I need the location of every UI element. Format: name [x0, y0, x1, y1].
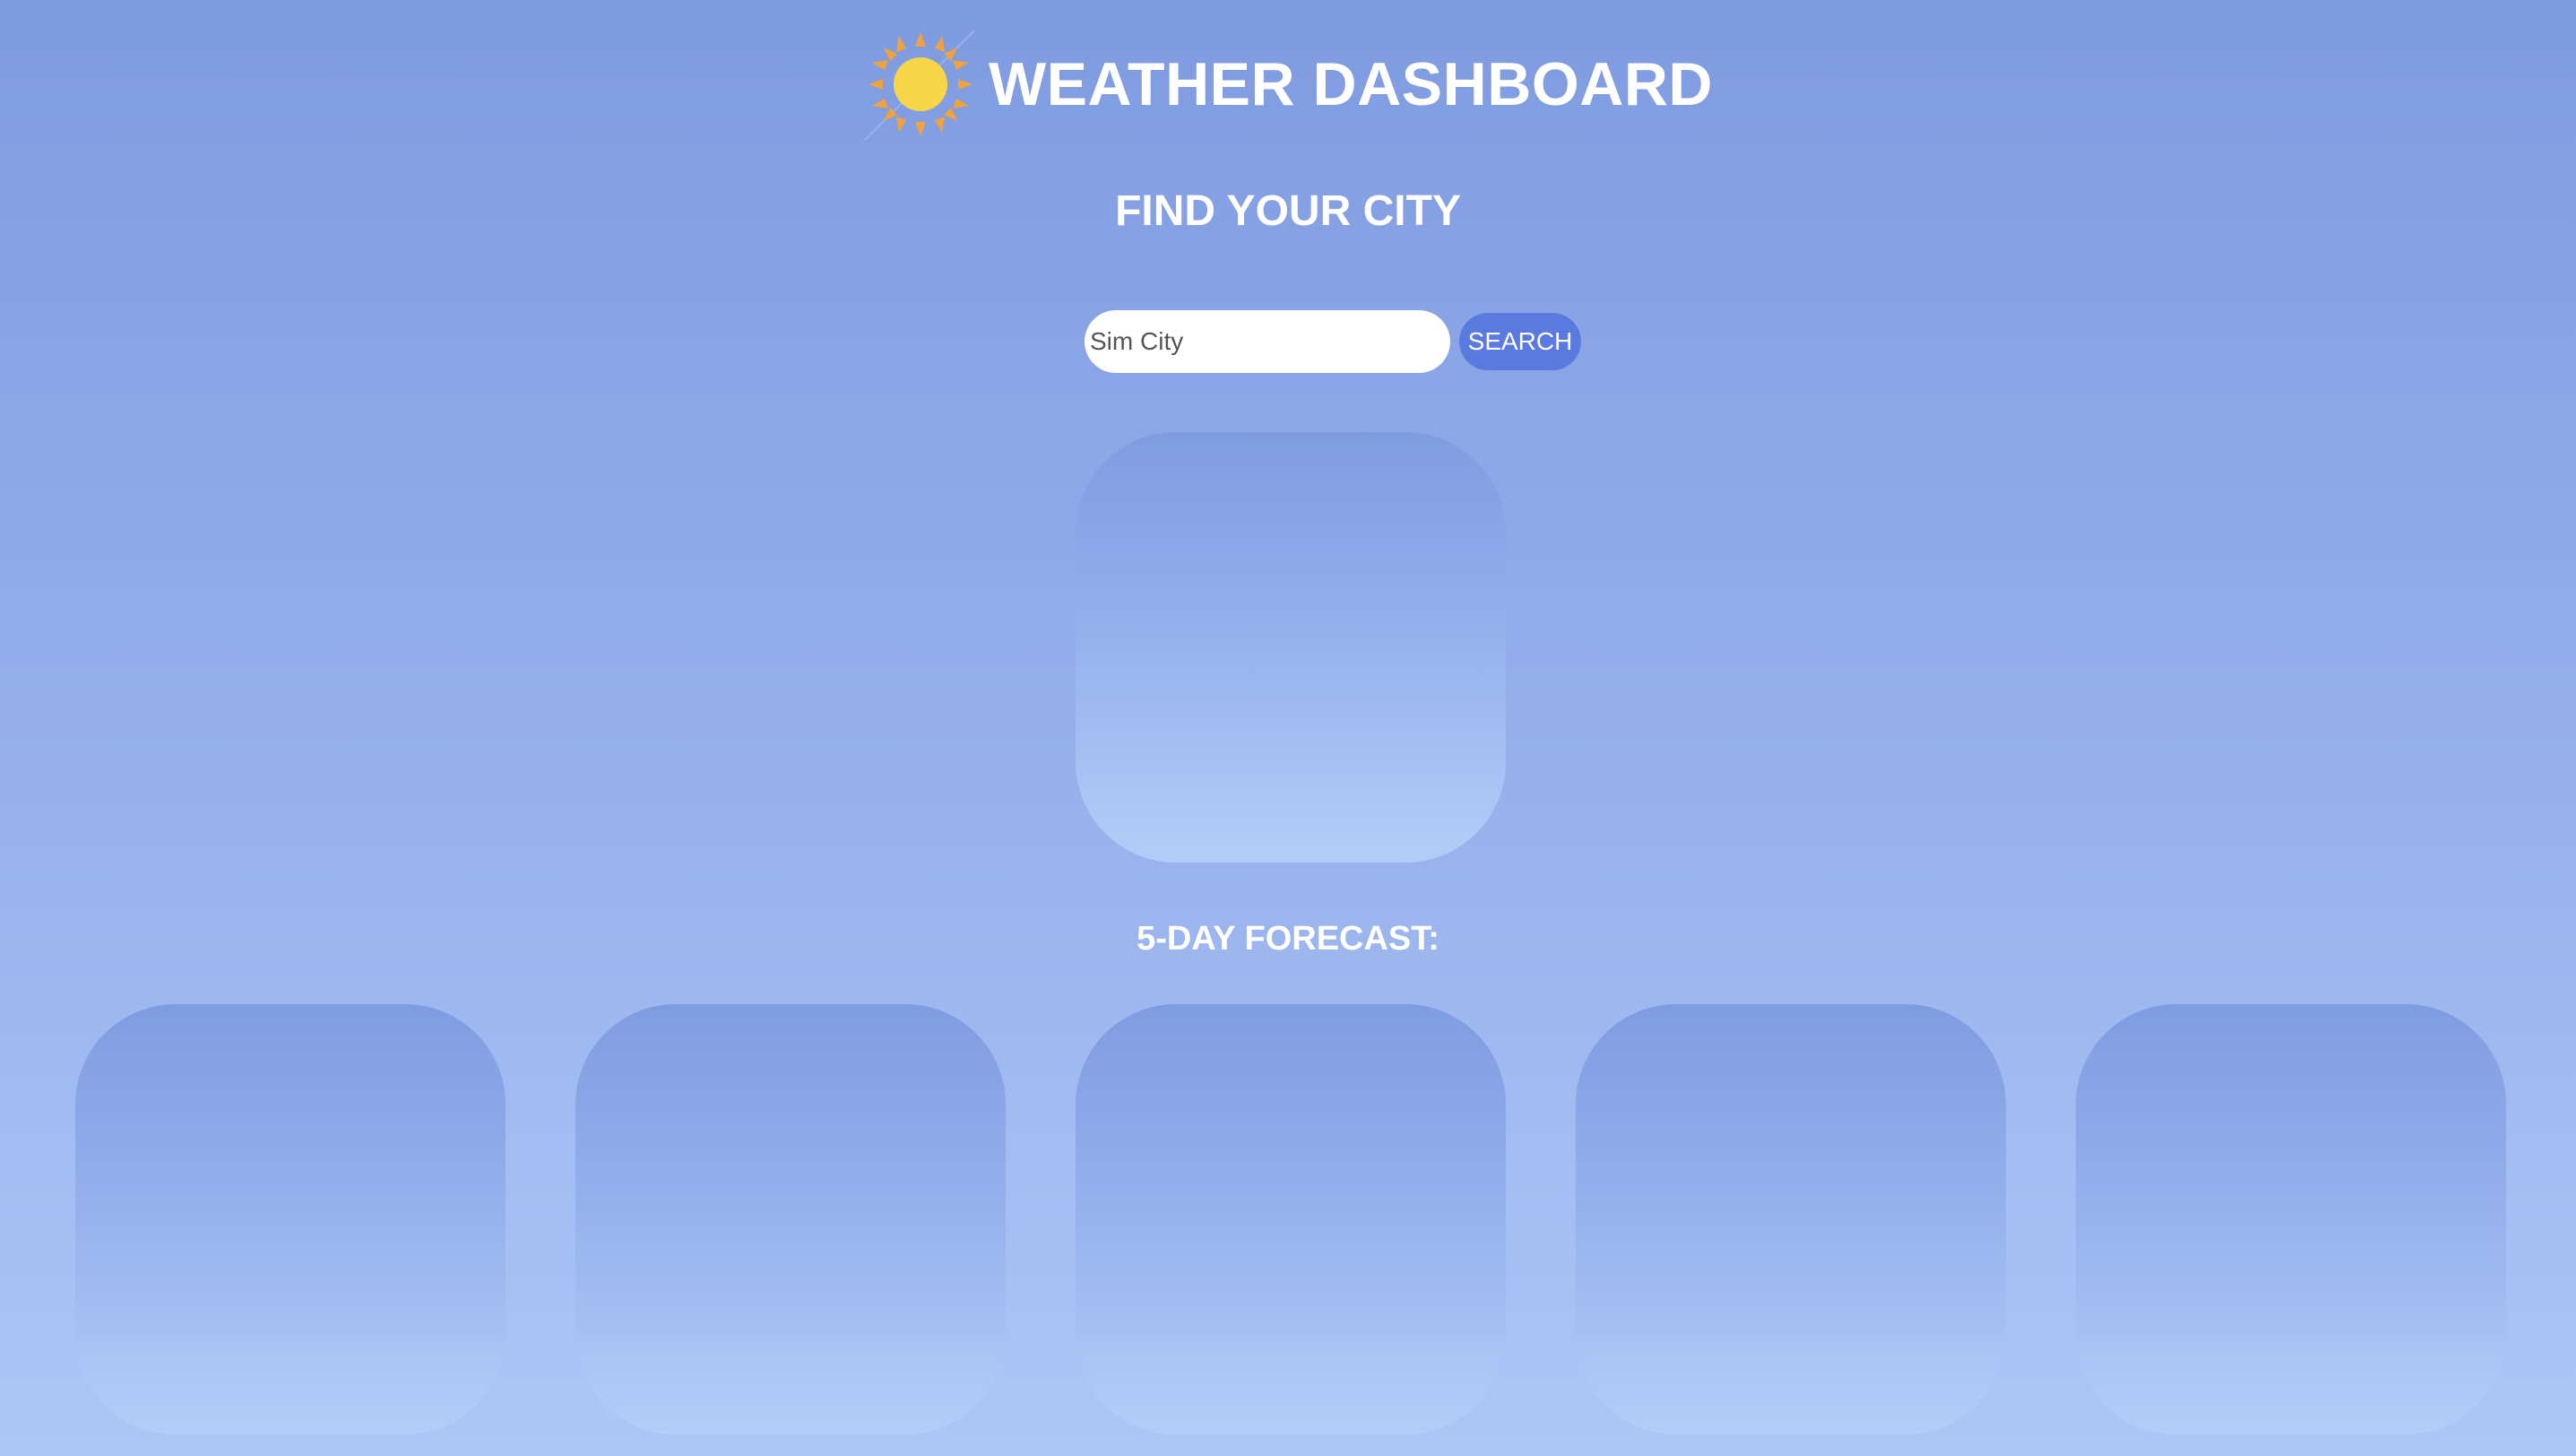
find-city-heading: FIND YOUR CITY	[1115, 187, 1461, 235]
forecast-day-card	[1576, 1004, 2006, 1434]
forecast-day-card	[1076, 1004, 1506, 1434]
forecast-day-card	[575, 1004, 1006, 1434]
forecast-cards	[0, 1004, 2576, 1434]
app-header: WEATHER DASHBOARD	[0, 22, 2576, 147]
forecast-heading: 5-DAY FORECAST:	[1137, 920, 1439, 958]
city-search-input[interactable]	[1085, 310, 1450, 373]
current-weather-card	[1076, 432, 1506, 862]
app-title: WEATHER DASHBOARD	[988, 50, 1714, 118]
search-form: SEARCH	[0, 310, 2576, 373]
forecast-day-card	[2076, 1004, 2506, 1434]
forecast-day-card	[75, 1004, 506, 1434]
search-button[interactable]: SEARCH	[1459, 313, 1581, 370]
sun-icon	[864, 30, 975, 141]
